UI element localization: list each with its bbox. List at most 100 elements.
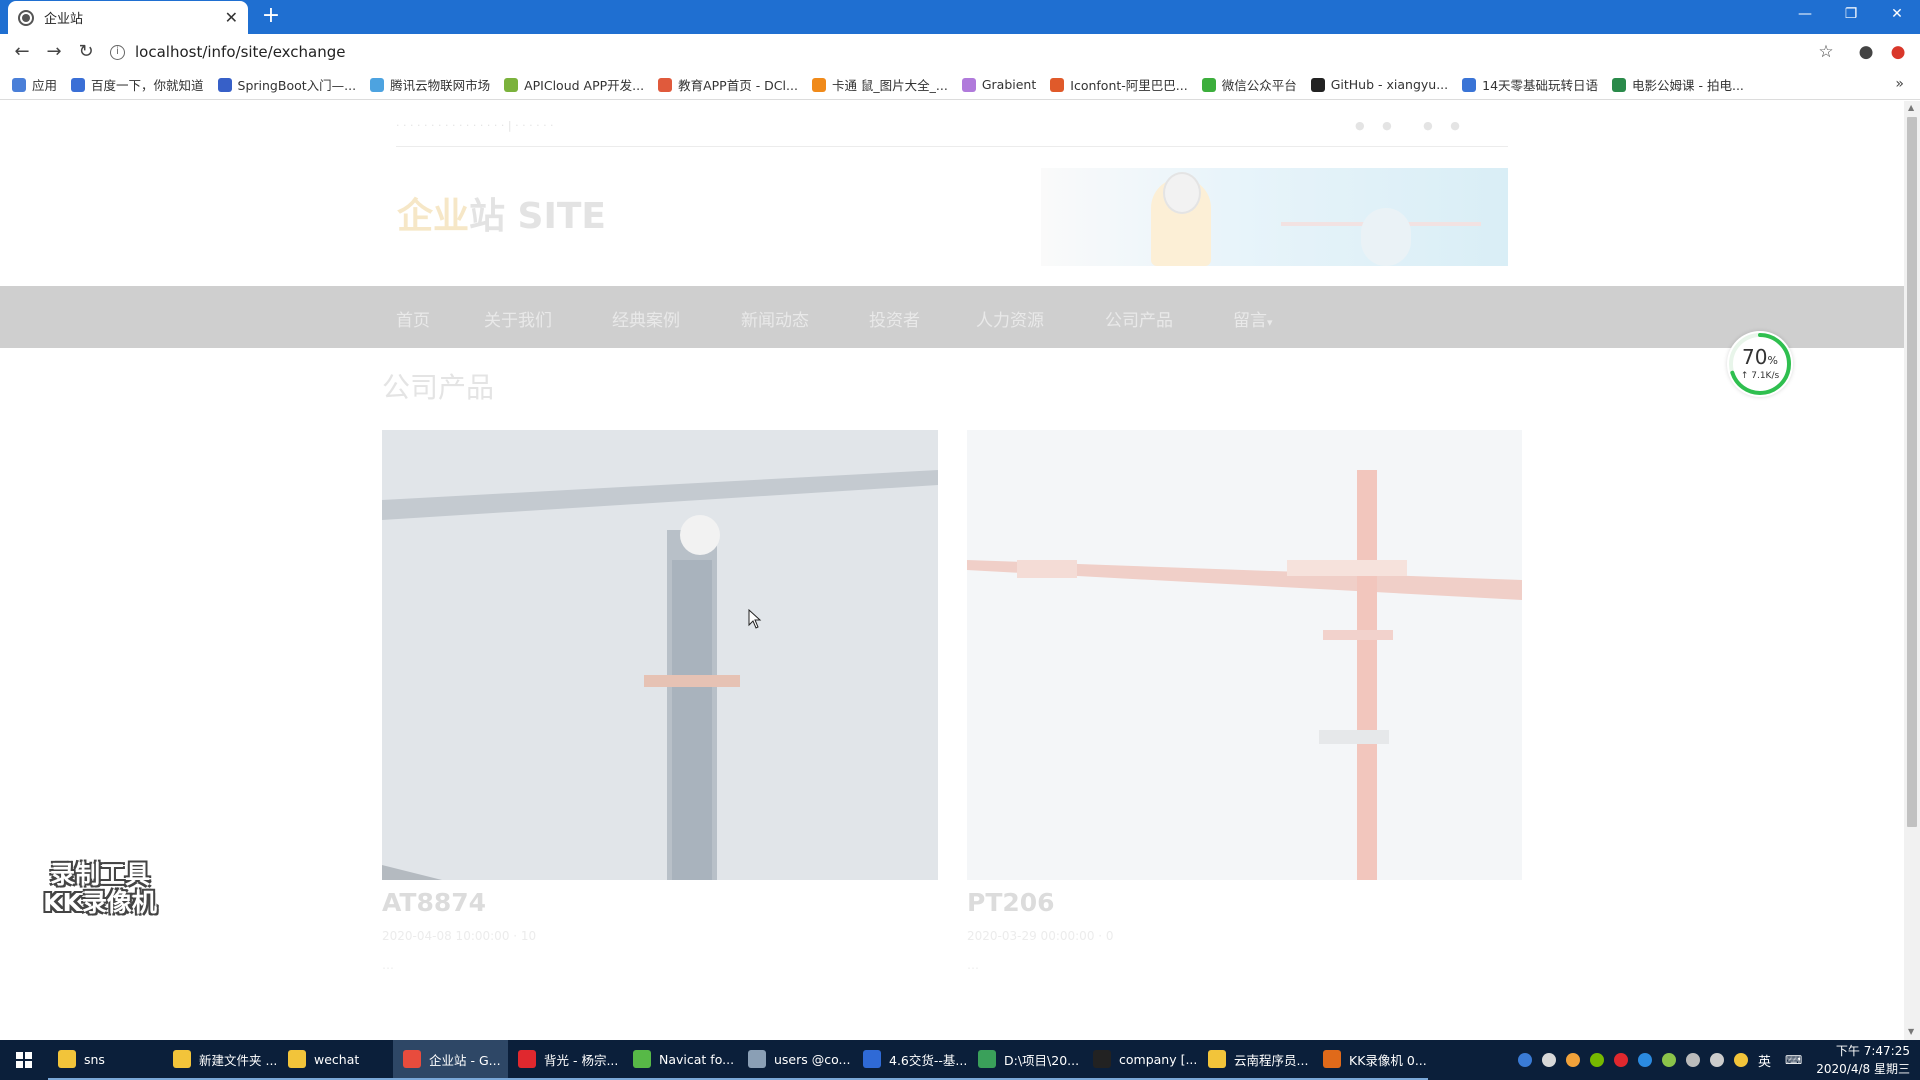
keyboard-icon[interactable]: ⌨ bbox=[1785, 1053, 1802, 1067]
chrome-icon bbox=[403, 1050, 421, 1068]
tray-app-icon[interactable] bbox=[1565, 1053, 1580, 1067]
bookmark-item[interactable]: 教育APP首页 - DCl... bbox=[658, 75, 798, 94]
folder-icon bbox=[58, 1050, 76, 1068]
profile-icon[interactable]: ● bbox=[1855, 41, 1877, 63]
taskbar-item[interactable]: users @co... bbox=[738, 1040, 853, 1080]
clock-time: 下午 7:47:25 bbox=[1835, 1044, 1910, 1058]
github-icon bbox=[1310, 77, 1325, 92]
page-title: 公司产品 bbox=[382, 371, 495, 404]
taskbar-item[interactable]: 背光 - 杨宗... bbox=[508, 1040, 623, 1080]
nav-home[interactable]: 首页 bbox=[396, 306, 430, 331]
browser-titlebar: 企业站 ✕ + — ❐ ✕ bbox=[0, 0, 1920, 34]
bookmark-item[interactable]: 百度一下，你就知道 bbox=[71, 75, 204, 94]
taskbar-item[interactable]: KK录像机 0... bbox=[1313, 1040, 1428, 1080]
tray-app-icon[interactable] bbox=[1661, 1053, 1676, 1067]
site-logo[interactable]: 企业站 SITE bbox=[397, 187, 606, 239]
restore-button[interactable]: ❐ bbox=[1828, 0, 1874, 30]
top-contact-info: · · · · · · · · · · · · · · · · | · · · … bbox=[396, 119, 554, 132]
grabient-icon bbox=[961, 77, 976, 92]
browser-toolbar: ← → ↻ i localhost/info/site/exchange ☆ ●… bbox=[0, 34, 1920, 70]
taskbar-item[interactable]: company [... bbox=[1083, 1040, 1198, 1080]
taskbar-item[interactable]: 云南程序员... bbox=[1198, 1040, 1313, 1080]
course-icon bbox=[1612, 77, 1627, 92]
folder-icon bbox=[173, 1050, 191, 1068]
product-image[interactable] bbox=[382, 430, 938, 880]
nav-products[interactable]: 公司产品 bbox=[1105, 306, 1173, 331]
nav-message[interactable]: 留言▾ bbox=[1233, 306, 1273, 331]
scroll-up-icon[interactable]: ▲ bbox=[1908, 103, 1914, 112]
close-window-button[interactable]: ✕ bbox=[1874, 0, 1920, 30]
bookmark-item[interactable]: GitHub - xiangyu... bbox=[1310, 77, 1448, 92]
bookmark-item[interactable]: 微信公众平台 bbox=[1201, 75, 1297, 94]
minimize-button[interactable]: — bbox=[1782, 0, 1828, 30]
apicloud-icon bbox=[504, 77, 519, 92]
tray-music-icon[interactable] bbox=[1613, 1053, 1628, 1067]
browser-tab[interactable]: 企业站 ✕ bbox=[8, 1, 248, 34]
taskbar-item[interactable]: D:\项目\20... bbox=[968, 1040, 1083, 1080]
product-meta: 2020-03-29 00:00:00 · 0 bbox=[967, 929, 1114, 943]
bookmark-item[interactable]: Grabient bbox=[961, 77, 1036, 92]
taskbar-item[interactable]: 企业站 - G... bbox=[393, 1040, 508, 1080]
taskbar-item[interactable]: 新建文件夹 ... bbox=[163, 1040, 278, 1080]
taskbar-item[interactable]: wechat bbox=[278, 1040, 393, 1080]
back-button[interactable]: ← bbox=[10, 40, 34, 64]
address-bar[interactable]: i localhost/info/site/exchange bbox=[110, 40, 1830, 64]
recorder-watermark: 录制工具 KK录像机 bbox=[43, 860, 157, 917]
product-image[interactable] bbox=[967, 430, 1522, 880]
tray-app-icon[interactable] bbox=[1733, 1053, 1748, 1067]
speed-percent: 70 bbox=[1742, 345, 1768, 369]
chevron-down-icon: ▾ bbox=[1267, 316, 1273, 329]
nav-cases[interactable]: 经典案例 bbox=[612, 306, 680, 331]
product-name[interactable]: PT206 bbox=[967, 888, 1055, 917]
ime-indicator[interactable]: 英 bbox=[1758, 1051, 1771, 1070]
info-icon[interactable]: i bbox=[110, 44, 125, 60]
nav-about[interactable]: 关于我们 bbox=[484, 306, 552, 331]
page-scrollbar[interactable]: ▲ ▼ bbox=[1904, 101, 1920, 1040]
network-icon[interactable] bbox=[1685, 1053, 1700, 1067]
close-tab-icon[interactable]: ✕ bbox=[225, 8, 238, 27]
url-text: localhost/info/site/exchange bbox=[135, 43, 346, 61]
nav-hr[interactable]: 人力资源 bbox=[976, 306, 1044, 331]
tab-title: 企业站 bbox=[44, 12, 84, 27]
taskbar-item[interactable]: 4.6交货--基... bbox=[853, 1040, 968, 1080]
bookmark-star-icon[interactable]: ☆ bbox=[1815, 41, 1837, 63]
tray-shield-icon[interactable] bbox=[1541, 1053, 1556, 1067]
bluetooth-icon[interactable] bbox=[1637, 1053, 1652, 1067]
database-icon bbox=[748, 1050, 766, 1068]
navicat-icon bbox=[633, 1050, 651, 1068]
scrollbar-thumb[interactable] bbox=[1907, 117, 1917, 827]
baidu-icon bbox=[71, 77, 86, 92]
bookmark-item[interactable]: 卡通 鼠_图片大全_... bbox=[811, 75, 948, 94]
product-description: … bbox=[967, 958, 979, 972]
bookmark-item[interactable]: 电影公姆课 - 拍电... bbox=[1612, 75, 1744, 94]
social-icons[interactable]: ● ● ● ● bbox=[1355, 119, 1460, 132]
tray-nvidia-icon[interactable] bbox=[1589, 1053, 1604, 1067]
new-tab-button[interactable]: + bbox=[258, 4, 284, 30]
scroll-down-icon[interactable]: ▼ bbox=[1908, 1027, 1914, 1036]
bookmark-item[interactable]: 应用 bbox=[12, 75, 57, 94]
taskbar-item[interactable]: Navicat fo... bbox=[623, 1040, 738, 1080]
more-bookmarks-icon[interactable]: » bbox=[1895, 76, 1904, 92]
taskbar-clock[interactable]: 下午 7:47:25 2020/4/8 星期三 bbox=[1816, 1042, 1910, 1078]
bookmark-item[interactable]: Iconfont-阿里巴巴... bbox=[1050, 75, 1188, 94]
bookmark-item[interactable]: 腾讯云物联网市场 bbox=[370, 75, 490, 94]
network-speed-widget[interactable]: 70% ↑ 7.1K/s bbox=[1727, 331, 1793, 397]
taskbar-item[interactable]: sns bbox=[48, 1040, 163, 1080]
header-banner-image bbox=[1041, 168, 1508, 266]
forward-button[interactable]: → bbox=[42, 40, 66, 64]
nav-news[interactable]: 新闻动态 bbox=[741, 306, 809, 331]
bookmark-item[interactable]: 14天零基础玩转日语 bbox=[1462, 75, 1598, 94]
tray-app-icon[interactable] bbox=[1517, 1053, 1532, 1067]
product-name[interactable]: AT8874 bbox=[382, 888, 486, 917]
nav-investors[interactable]: 投资者 bbox=[869, 306, 920, 331]
reload-button[interactable]: ↻ bbox=[74, 40, 98, 64]
python-icon bbox=[1208, 1050, 1226, 1068]
apps-grid-icon bbox=[12, 77, 26, 92]
globe-icon bbox=[18, 9, 34, 26]
bookmark-item[interactable]: APICloud APP开发... bbox=[504, 75, 644, 94]
windows-start-button[interactable] bbox=[0, 1040, 48, 1080]
bookmark-item[interactable]: SpringBoot入门—... bbox=[217, 75, 356, 94]
extension-icon[interactable]: ● bbox=[1887, 41, 1909, 63]
volume-icon[interactable] bbox=[1709, 1053, 1724, 1067]
cartoon-icon bbox=[811, 77, 826, 92]
